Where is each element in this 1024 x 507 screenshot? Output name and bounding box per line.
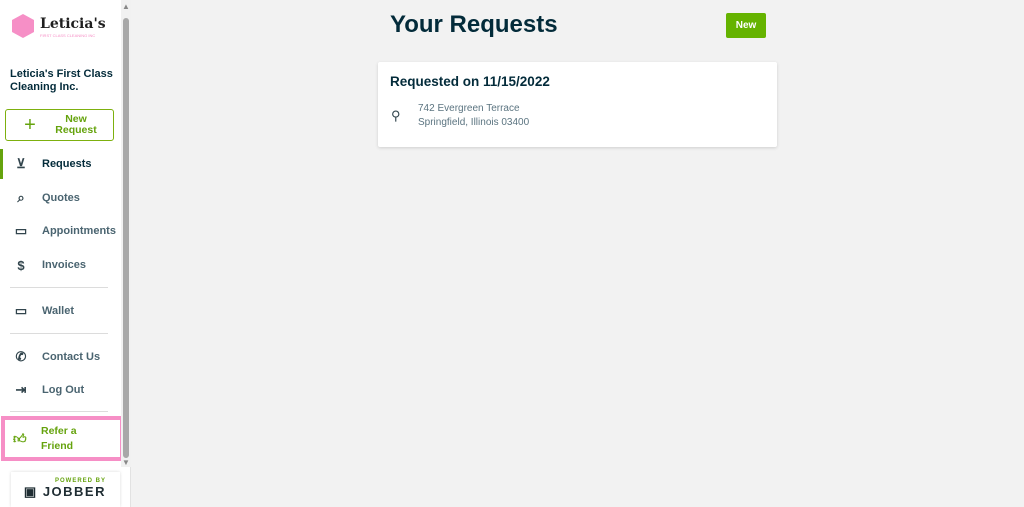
company-name: Leticia's First Class Cleaning Inc. [10, 68, 113, 93]
powered-by-jobber: POWERED BY ▣ JOBBER [11, 472, 120, 507]
jobber-logo: ▣ JOBBER [23, 484, 106, 499]
calendar-icon: ▭ [14, 223, 28, 238]
sidebar-item-log-out[interactable]: ⇥ Log Out [0, 375, 120, 405]
sidebar-item-requests[interactable]: ⊻ Requests [0, 149, 120, 179]
divider [10, 411, 108, 412]
sidebar-item-quotes[interactable]: ⌕ Quotes [0, 183, 120, 213]
new-request-button[interactable]: + New Request [5, 109, 114, 141]
phone-icon: ✆ [15, 349, 27, 364]
request-address: 742 Evergreen Terrace Springfield, Illin… [418, 103, 530, 128]
request-card[interactable]: Requested on 11/15/2022 ⚲ 742 Evergreen … [378, 62, 777, 147]
wallet-icon: ▭ [14, 303, 28, 318]
scroll-up-arrow[interactable]: ▲ [122, 2, 130, 11]
logout-icon: ⇥ [15, 382, 27, 397]
sidebar-item-appointments[interactable]: ▭ Appointments [0, 216, 120, 246]
page-title: Your Requests [390, 11, 558, 38]
sidebar-item-invoices[interactable]: $ Invoices [0, 250, 120, 280]
sidebar: Leticia's FIRST CLASS CLEANING INC Letici… [0, 0, 131, 507]
divider [10, 287, 108, 288]
scroll-down-arrow[interactable]: ▼ [122, 458, 130, 467]
quote-search-icon: ⌕ [17, 190, 25, 205]
new-button[interactable]: New [726, 13, 766, 38]
company-logo: Leticia's FIRST CLASS CLEANING INC [12, 14, 106, 38]
divider [10, 333, 108, 334]
refer-a-friend-link[interactable]: 👍︎ Refer a Friend [1, 416, 124, 461]
plus-icon: + [24, 113, 36, 136]
scrollbar-thumb[interactable] [123, 18, 129, 458]
inbox-download-icon: ⊻ [16, 156, 26, 171]
invoice-dollar-icon: $ [17, 257, 25, 273]
sidebar-scrollbar[interactable]: ▲ ▼ [121, 0, 131, 467]
location-pin-icon: ⚲ [391, 108, 401, 123]
sidebar-item-wallet[interactable]: ▭ Wallet [0, 296, 120, 326]
thumbs-up-icon: 👍︎ [13, 430, 27, 446]
sidebar-item-contact-us[interactable]: ✆ Contact Us [0, 342, 120, 372]
request-title: Requested on 11/15/2022 [390, 74, 550, 89]
logo-mark [12, 14, 34, 38]
